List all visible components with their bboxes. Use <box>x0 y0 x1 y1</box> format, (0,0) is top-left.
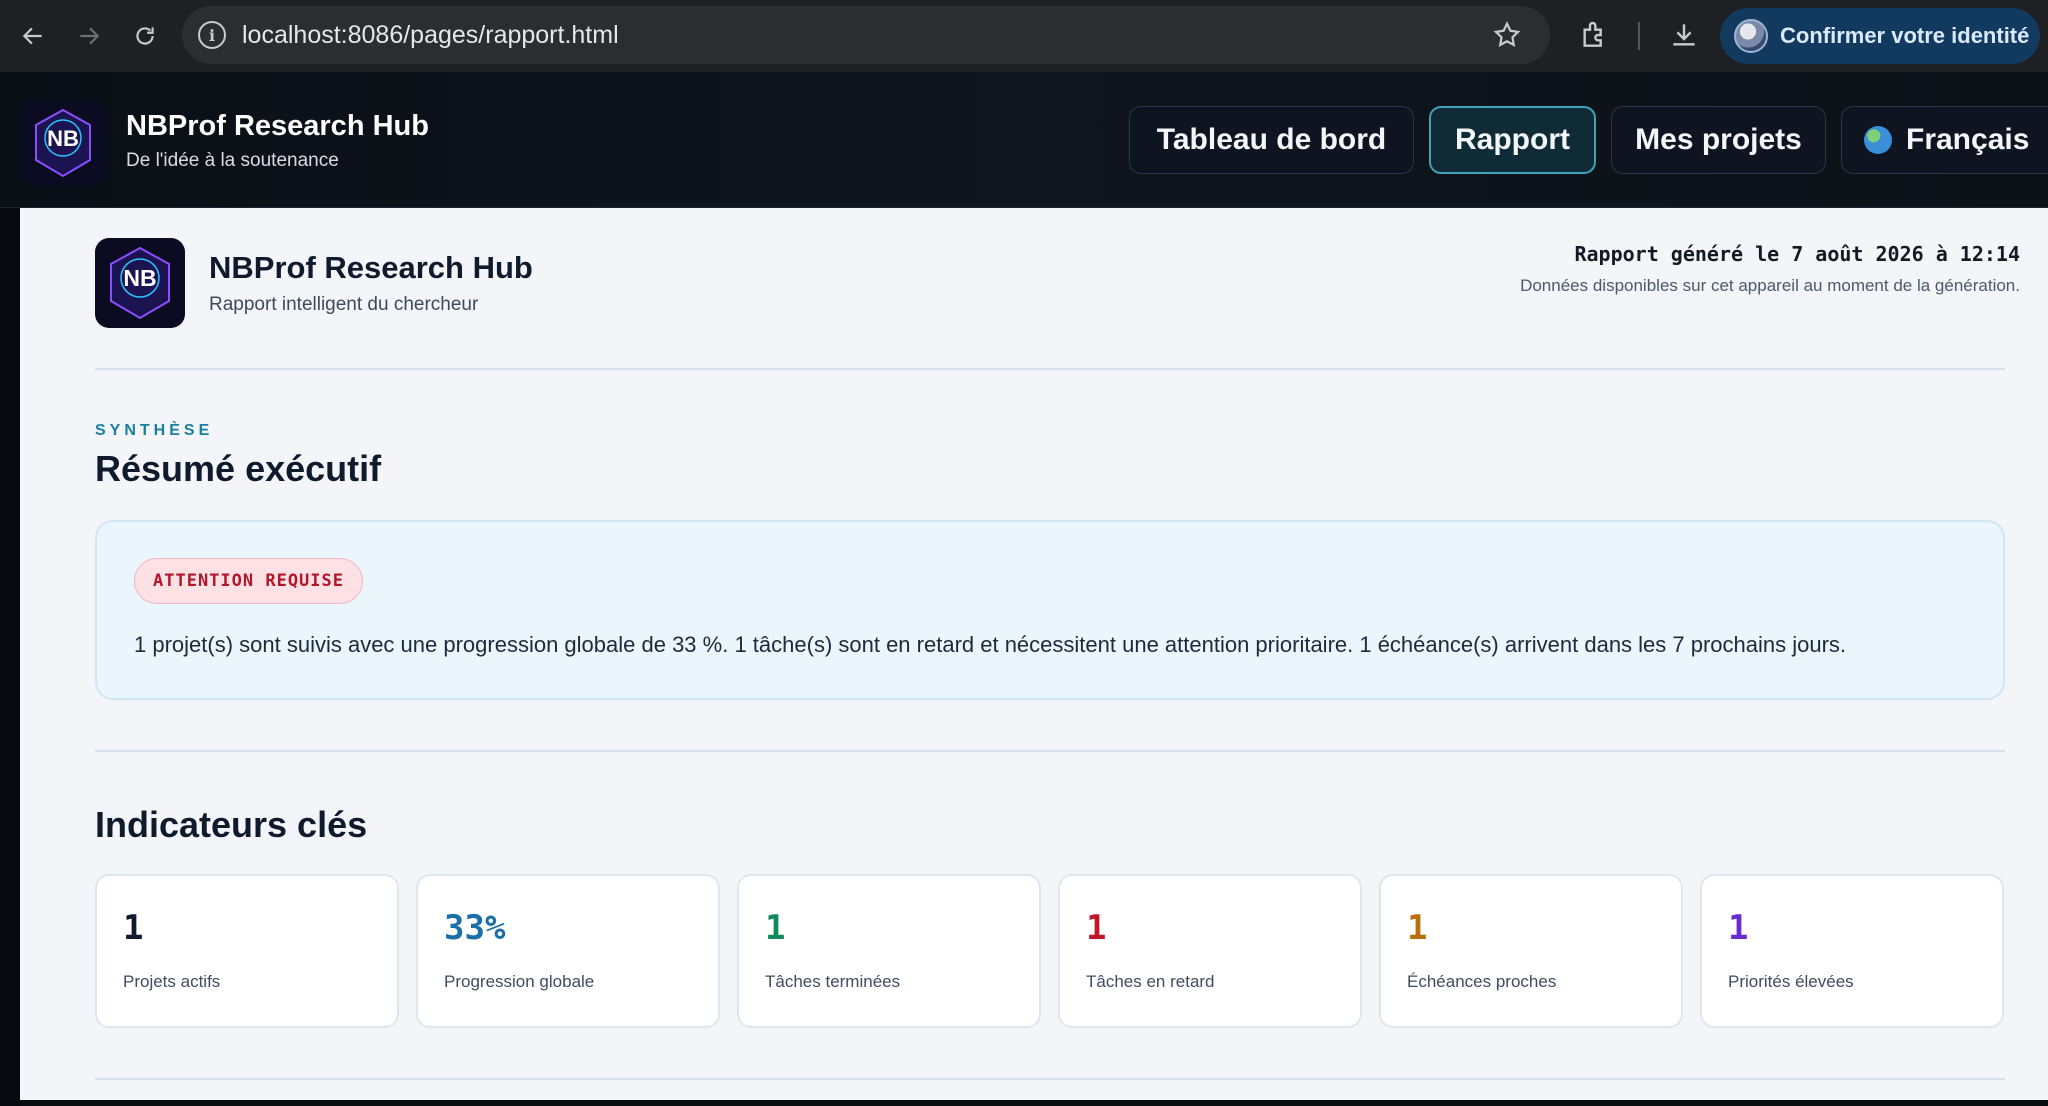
brand-title: NBProf Research Hub <box>126 110 429 142</box>
globe-icon <box>1864 126 1892 154</box>
synthesis-eyebrow: SYNTHÈSE <box>95 422 214 439</box>
download-icon[interactable] <box>1668 19 1700 51</box>
confirm-identity-button[interactable]: Confirmer votre identité <box>1720 8 2040 64</box>
kpi-card-global-progress: 33% Progression globale <box>416 874 720 1028</box>
nav-dashboard-button[interactable]: Tableau de bord <box>1129 106 1414 174</box>
kpi-label: Priorités élevées <box>1728 972 1854 991</box>
report-page: NB NBProf Research Hub Rapport intellige… <box>20 208 2048 1100</box>
kpi-card-tasks-late: 1 Tâches en retard <box>1058 874 1362 1028</box>
executive-summary-card: ATTENTION REQUISE 1 projet(s) sont suivi… <box>95 520 2005 700</box>
summary-text: 1 projet(s) sont suivis avec une progres… <box>134 632 1847 657</box>
svg-text:NB: NB <box>47 126 79 151</box>
kpi-value: 33% <box>444 908 506 948</box>
generated-note: Données disponibles sur cet appareil au … <box>1520 276 2020 295</box>
kpi-label: Échéances proches <box>1407 972 1557 991</box>
identity-label: Confirmer votre identité <box>1780 23 2030 48</box>
reload-icon[interactable] <box>122 13 168 59</box>
brand-subtitle: De l'idée à la soutenance <box>126 150 339 171</box>
kpi-value: 1 <box>1086 908 1107 948</box>
left-gutter <box>0 208 20 1106</box>
executive-summary-heading: Résumé exécutif <box>95 448 382 489</box>
kpi-label: Tâches en retard <box>1086 972 1215 991</box>
kpi-label: Tâches terminées <box>765 972 901 991</box>
nav-projects-button[interactable]: Mes projets <box>1611 106 1826 174</box>
report-title: NBProf Research Hub <box>209 250 533 285</box>
kpi-label: Progression globale <box>444 972 595 991</box>
url-text[interactable]: localhost:8086/pages/rapport.html <box>242 21 619 50</box>
extensions-icon[interactable] <box>1578 19 1610 51</box>
language-label: Français <box>1906 123 2030 156</box>
kpi-card-active-projects: 1 Projets actifs <box>95 874 399 1028</box>
site-info-icon[interactable]: i <box>198 21 226 49</box>
forward-icon[interactable] <box>66 13 112 59</box>
profile-avatar <box>1734 19 1768 53</box>
kpi-value: 1 <box>765 908 786 948</box>
report-logo: NB <box>95 238 185 328</box>
report-subtitle: Rapport intelligent du chercheur <box>209 294 479 315</box>
svg-text:NB: NB <box>123 265 156 291</box>
bookmark-star-icon[interactable] <box>1492 20 1522 50</box>
language-selector[interactable]: Français <box>1841 106 2048 174</box>
section-divider <box>95 750 2005 752</box>
brand-logo[interactable]: NB <box>20 100 106 186</box>
attention-badge: ATTENTION REQUISE <box>134 558 363 604</box>
kpi-card-deadlines: 1 Échéances proches <box>1379 874 1683 1028</box>
kpi-value: 1 <box>1407 908 1428 948</box>
kpi-heading: Indicateurs clés <box>95 804 368 845</box>
generated-date: Rapport généré le 7 août 2026 à 12:14 <box>1574 242 2020 266</box>
browser-toolbar: i localhost:8086/pages/rapport.html Conf… <box>0 0 2048 72</box>
back-icon[interactable] <box>10 13 56 59</box>
address-bar[interactable]: i localhost:8086/pages/rapport.html <box>182 6 1550 64</box>
bottom-edge <box>20 1100 2048 1106</box>
kpi-label: Projets actifs <box>123 972 221 991</box>
bottom-divider <box>95 1078 2005 1080</box>
toolbar-separator <box>1638 22 1640 50</box>
kpi-value: 1 <box>1728 908 1749 948</box>
kpi-card-high-priorities: 1 Priorités élevées <box>1700 874 2004 1028</box>
nav-report-button[interactable]: Rapport <box>1429 106 1596 174</box>
header-divider <box>95 368 2005 370</box>
kpi-value: 1 <box>123 908 144 948</box>
kpi-card-tasks-done: 1 Tâches terminées <box>737 874 1041 1028</box>
